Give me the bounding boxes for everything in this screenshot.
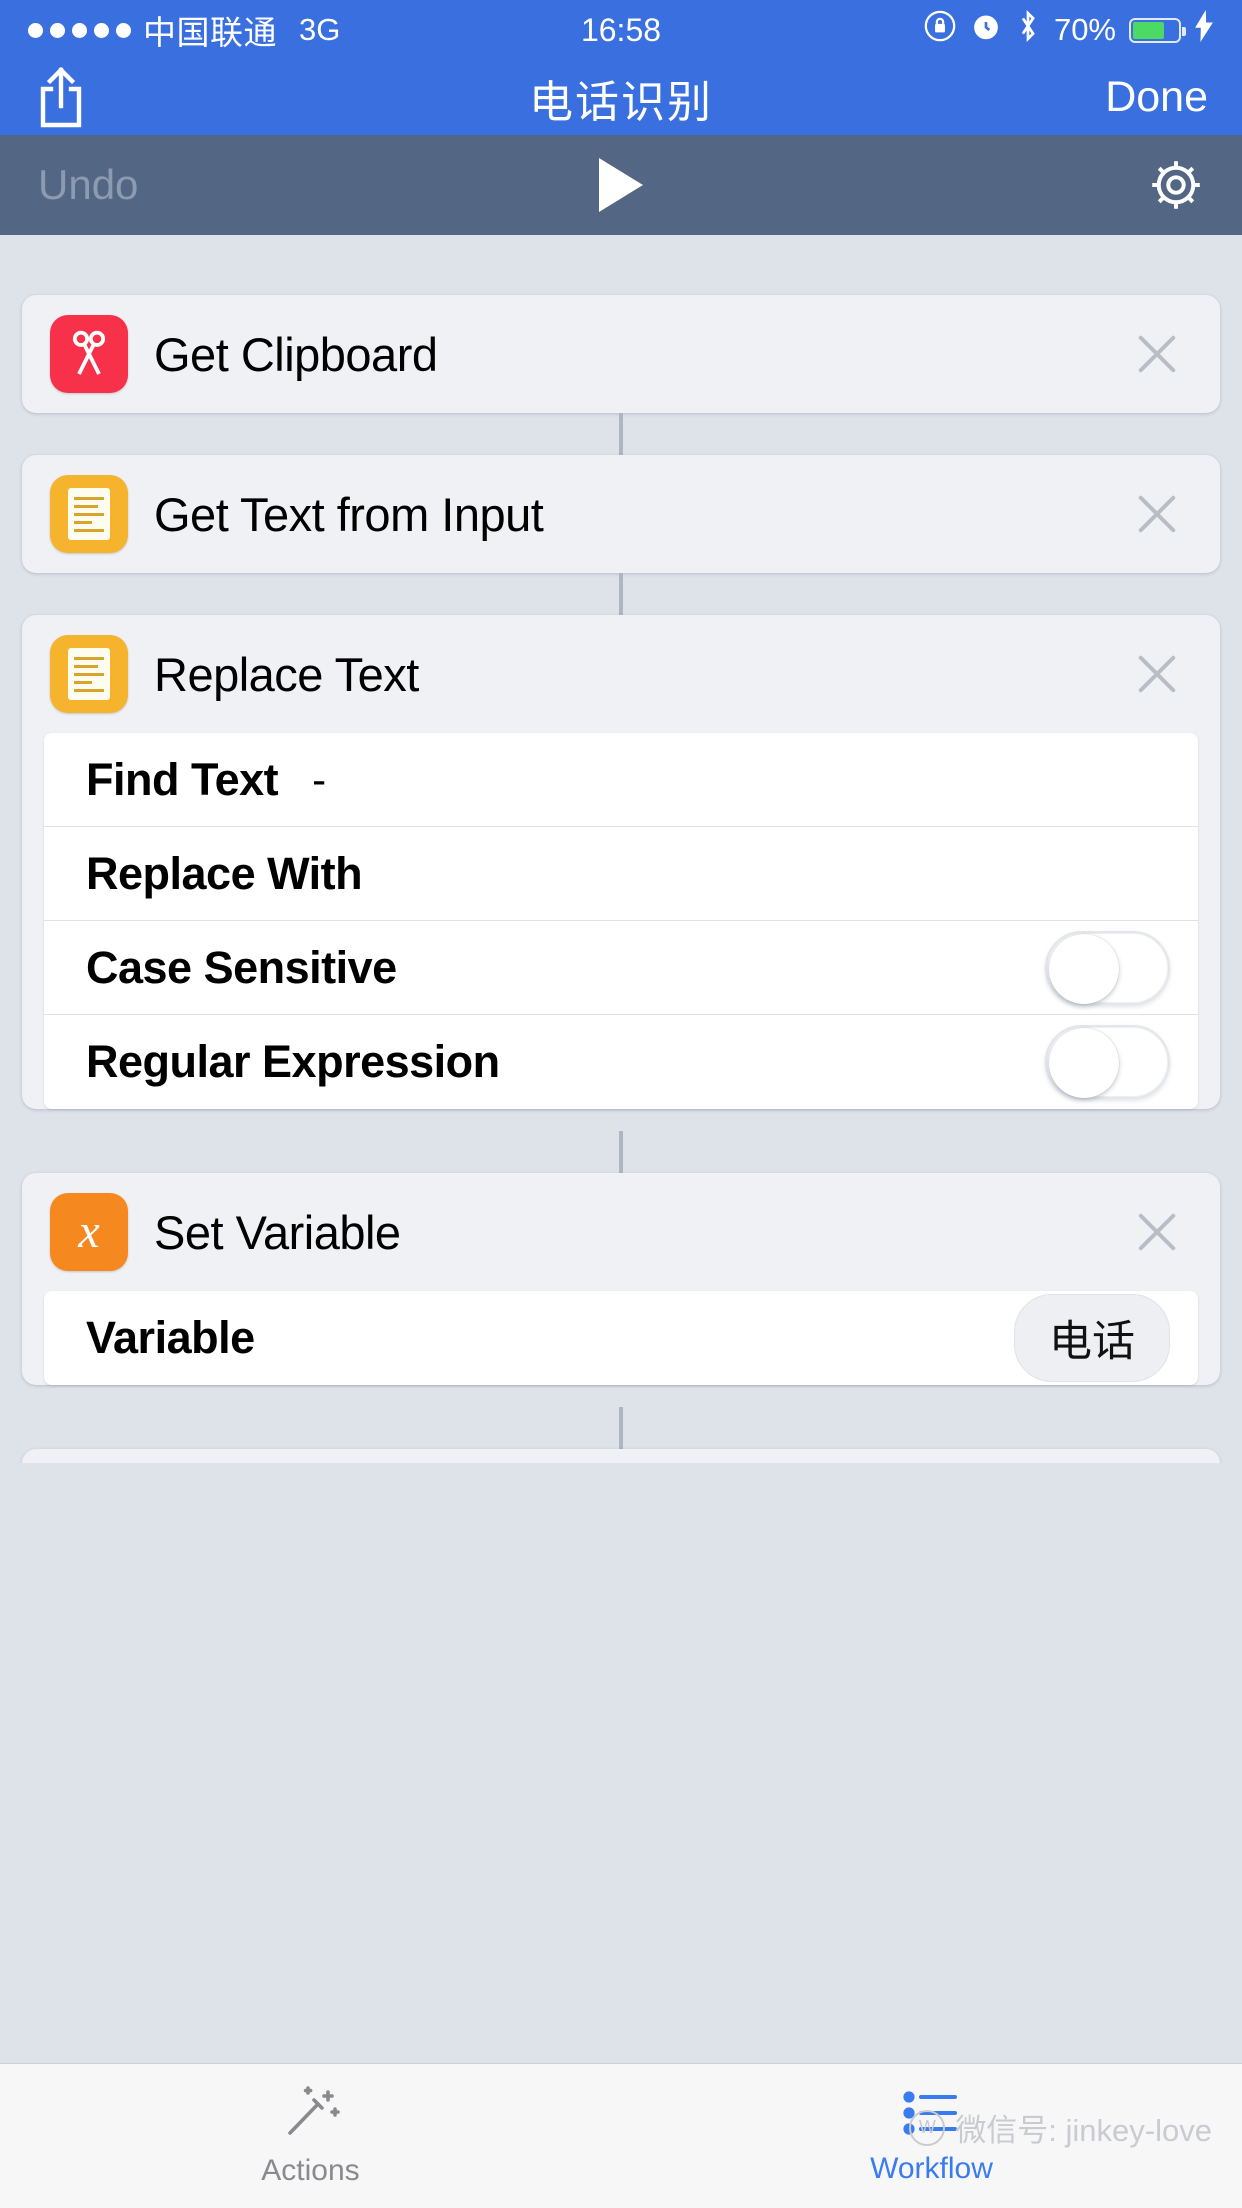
param-label: Replace With bbox=[86, 847, 363, 899]
alarm-icon bbox=[970, 10, 1002, 50]
status-bar-right: 70% bbox=[923, 9, 1214, 51]
variable-x-icon: x bbox=[50, 1193, 128, 1271]
document-icon bbox=[50, 475, 128, 553]
remove-action-button[interactable] bbox=[1132, 649, 1182, 699]
param-label: Variable bbox=[86, 1312, 255, 1363]
action-card[interactable]: Get Clipboard bbox=[22, 295, 1220, 413]
tab-label: Workflow bbox=[870, 2151, 993, 2185]
action-parameters: Find Text - Replace With Case Sensitive … bbox=[44, 733, 1198, 1109]
bluetooth-icon bbox=[1015, 9, 1041, 51]
param-label: Case Sensitive bbox=[86, 941, 397, 993]
param-row-find-text[interactable]: Find Text - bbox=[44, 733, 1198, 827]
action-title: Get Text from Input bbox=[154, 487, 544, 541]
action-header[interactable]: URL bbox=[22, 1449, 1220, 1463]
battery-percent-label: 70% bbox=[1053, 12, 1116, 47]
param-label: Regular Expression bbox=[86, 1036, 500, 1087]
done-button[interactable]: Done bbox=[1105, 73, 1208, 122]
action-card[interactable]: x Set Variable Variable 电话 bbox=[22, 1173, 1220, 1385]
action-card[interactable]: Get Text from Input bbox=[22, 455, 1220, 573]
action-header[interactable]: Replace Text bbox=[22, 615, 1220, 733]
tab-workflow[interactable]: Workflow bbox=[621, 2064, 1242, 2208]
rotation-lock-icon bbox=[923, 9, 957, 51]
document-icon bbox=[50, 635, 128, 713]
action-title: Set Variable bbox=[154, 1205, 401, 1259]
tab-bar: Actions Workflow bbox=[0, 2063, 1242, 2208]
tab-label: Actions bbox=[261, 2153, 360, 2187]
action-connector bbox=[0, 573, 1242, 615]
action-connector bbox=[0, 413, 1242, 455]
param-label: Find Text bbox=[86, 753, 279, 805]
signal-strength-dots bbox=[28, 22, 131, 38]
remove-action-button[interactable] bbox=[1132, 1207, 1182, 1257]
param-row-variable[interactable]: Variable 电话 bbox=[44, 1291, 1198, 1385]
undo-button[interactable]: Undo bbox=[38, 161, 138, 209]
carrier-label: 中国联通 bbox=[143, 14, 277, 51]
status-bar: 中国联通 3G 16:58 70% bbox=[0, 0, 1242, 60]
remove-action-button[interactable] bbox=[1132, 489, 1182, 539]
find-text-input[interactable]: - bbox=[312, 756, 326, 804]
workflow-action-list[interactable]: Get Clipboard Get Text from Input Replac… bbox=[0, 235, 1242, 1463]
list-top-spacer bbox=[0, 235, 1242, 295]
param-row-case-sensitive[interactable]: Case Sensitive bbox=[44, 921, 1198, 1015]
play-icon[interactable] bbox=[599, 158, 643, 212]
status-bar-left: 中国联通 3G bbox=[28, 6, 340, 54]
action-title: Replace Text bbox=[154, 647, 419, 701]
action-parameters: Variable 电话 bbox=[44, 1291, 1198, 1385]
action-connector bbox=[0, 1131, 1242, 1173]
action-card[interactable]: URL URL http://haoma.sogou.com/rz/sea bbox=[22, 1449, 1220, 1463]
action-title: Get Clipboard bbox=[154, 327, 438, 381]
action-header[interactable]: Get Clipboard bbox=[22, 295, 1220, 413]
scissors-icon bbox=[50, 315, 128, 393]
network-type-label: 3G bbox=[299, 12, 341, 47]
action-card[interactable]: Replace Text Find Text - Replace With Ca… bbox=[22, 615, 1220, 1109]
share-icon[interactable] bbox=[34, 66, 88, 129]
battery-icon bbox=[1129, 17, 1186, 43]
list-icon bbox=[901, 2087, 963, 2144]
gear-icon[interactable] bbox=[1148, 157, 1204, 213]
action-header[interactable]: x Set Variable bbox=[22, 1173, 1220, 1291]
tab-actions[interactable]: Actions bbox=[0, 2064, 621, 2208]
page-title: 电话识别 bbox=[529, 77, 713, 127]
charging-bolt-icon bbox=[1194, 10, 1214, 50]
param-row-regular-expression[interactable]: Regular Expression bbox=[44, 1015, 1198, 1109]
regular-expression-toggle[interactable] bbox=[1045, 1025, 1170, 1099]
navigation-bar: 电话识别 Done bbox=[0, 60, 1242, 135]
magic-wand-icon bbox=[280, 2085, 342, 2146]
action-connector bbox=[0, 1407, 1242, 1449]
variable-token[interactable]: 电话 bbox=[1014, 1294, 1170, 1382]
param-row-replace-with[interactable]: Replace With bbox=[44, 827, 1198, 921]
remove-action-button[interactable] bbox=[1132, 329, 1182, 379]
workflow-toolbar: Undo bbox=[0, 135, 1242, 235]
case-sensitive-toggle[interactable] bbox=[1045, 930, 1170, 1005]
action-header[interactable]: Get Text from Input bbox=[22, 455, 1220, 573]
